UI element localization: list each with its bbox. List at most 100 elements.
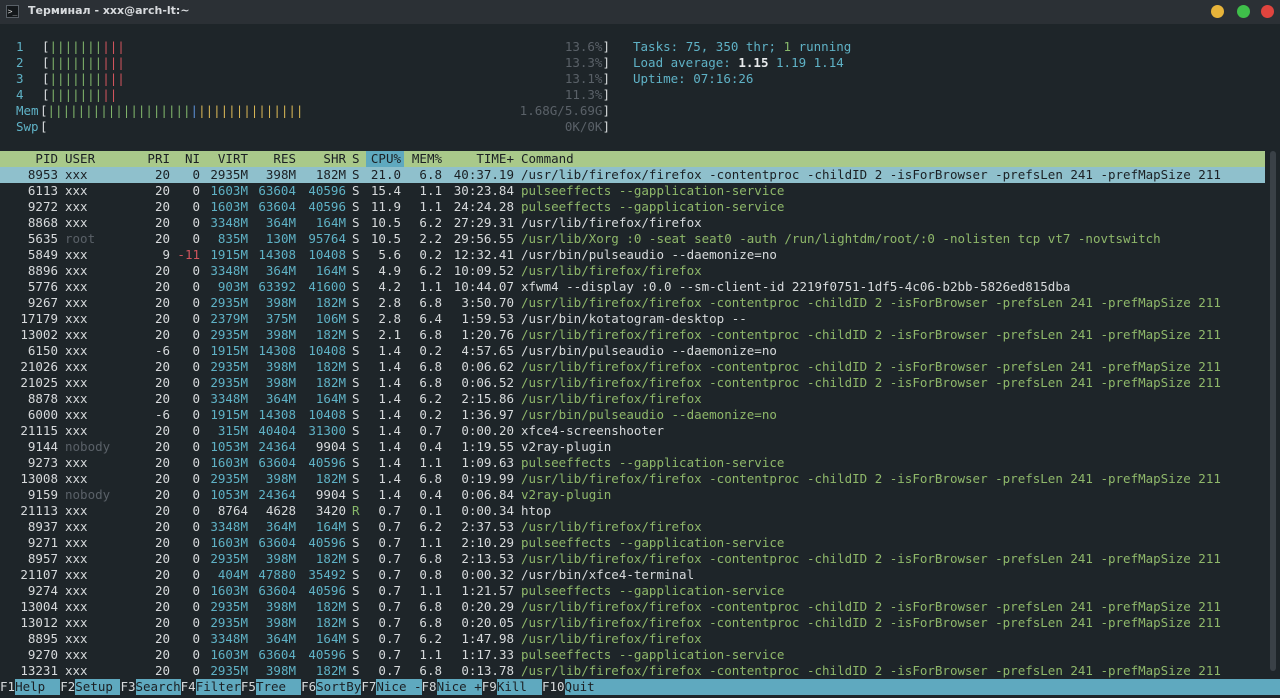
cell-mem: 0.2 xyxy=(419,407,442,422)
table-row[interactable]: 9271 xxx 20 0 1603M 63604 40596 S 0.7 1.1 2:10.29 p… xyxy=(0,535,1265,551)
column-header-pri[interactable]: PRI xyxy=(134,151,170,166)
terminal-area[interactable]: 1 [|||||||||| 13.6%] 2 [|||||||||| 13.3%] 3 [||… xyxy=(0,24,1280,698)
cell-user: xxx xyxy=(65,503,88,518)
table-row[interactable]: 21115 xxx 20 0 315M 40404 31300 S 1.4 0.7 0:00.20 x… xyxy=(0,423,1265,439)
table-row[interactable]: 9270 xxx 20 0 1603M 63604 40596 S 0.7 1.1 1:17.33 p… xyxy=(0,647,1265,663)
column-header-time[interactable]: TIME+ xyxy=(442,151,514,166)
fkey-label-f7[interactable]: Nice - xyxy=(376,679,422,695)
column-header-res[interactable]: RES xyxy=(248,151,296,166)
table-row[interactable]: 5776 xxx 20 0 903M 63392 41600 S 4.2 1.1 10:44.07 x… xyxy=(0,279,1265,295)
cell-pri: 20 xyxy=(154,279,170,294)
table-row[interactable]: 21026 xxx 20 0 2935M 398M 182M S 1.4 6.8 0:06.62/u… xyxy=(0,359,1265,375)
table-row[interactable]: 9144 nobody 20 0 1053M 24364 9904 S 1.4 0.4 1:19.5… xyxy=(0,439,1265,455)
table-row[interactable]: 13231 xxx 20 0 2935M 398M 182M S 0.7 6.8 0:13.78/u… xyxy=(0,663,1265,679)
column-header-cpu[interactable]: CPU% xyxy=(363,151,401,166)
column-header-shr[interactable]: SHR xyxy=(296,151,346,166)
fkey-label-f3[interactable]: Search xyxy=(135,679,181,695)
fkey-label-f9[interactable]: Kill xyxy=(496,679,542,695)
scrollbar-thumb[interactable] xyxy=(1270,151,1276,671)
table-row[interactable]: 6000 xxx -6 0 1915M 14308 10408 S 1.4 0.2 1:36.97 /… xyxy=(0,407,1265,423)
fkey-label-f5[interactable]: Tree xyxy=(255,679,302,695)
table-row[interactable]: 21107 xxx 20 0 404M 47880 35492 S 0.7 0.8 0:00.32 /… xyxy=(0,567,1265,583)
column-header-virt[interactable]: VIRT xyxy=(200,151,248,166)
fkey-label-f4[interactable]: Filter xyxy=(195,679,241,695)
table-row[interactable]: 8896 xxx 20 0 3348M 364M 164M S 4.9 6.2 10:09.52/u… xyxy=(0,263,1265,279)
cell-time: 0:20.29 xyxy=(461,599,514,614)
table-row[interactable]: 13008 xxx 20 0 2935M 398M 182M S 1.4 6.8 0:19.99/u… xyxy=(0,471,1265,487)
cell-pri: -6 xyxy=(154,407,170,422)
column-header-s[interactable]: S xyxy=(352,151,360,166)
table-row[interactable]: 9273 xxx 20 0 1603M 63604 40596 S 1.4 1.1 1:09.63 p… xyxy=(0,455,1265,471)
cell-pid: 13008 xyxy=(20,471,58,486)
column-header-command[interactable]: Command xyxy=(521,151,574,166)
fkey-f8[interactable]: F8 xyxy=(422,679,437,695)
cell-command: /usr/lib/firefox/firefox -contentproc -c… xyxy=(521,551,1221,566)
table-row[interactable]: 8953 xxx 20 0 2935M 398M 182M S 21.0 6.8 40:37.19 /… xyxy=(0,167,1265,183)
table-row[interactable]: 8957 xxx 20 0 2935M 398M 182M S 0.7 6.8 2:13.53/us… xyxy=(0,551,1265,567)
table-row[interactable]: 9267 xxx 20 0 2935M 398M 182M S 2.8 6.8 3:50.70/us… xyxy=(0,295,1265,311)
cell-s: S xyxy=(352,391,360,406)
table-row[interactable]: 13002 xxx 20 0 2935M 398M 182M S 2.1 6.8 1:20.76/u… xyxy=(0,327,1265,343)
fkey-f5[interactable]: F5 xyxy=(241,679,256,695)
table-row[interactable]: 6150 xxx -6 0 1915M 14308 10408 S 1.4 0.2 4:57.65 /… xyxy=(0,343,1265,359)
scrollbar[interactable] xyxy=(1268,151,1278,678)
fkey-label-f6[interactable]: SortBy xyxy=(316,679,362,695)
table-row[interactable]: 8937 xxx 20 0 3348M 364M 164M S 0.7 6.2 2:37.53/us… xyxy=(0,519,1265,535)
table-row[interactable]: 21113 xxx 20 0 8764 4628 3420 R 0.7 0.1 0:00.34 hto… xyxy=(0,503,1265,519)
cell-user: nobody xyxy=(65,439,111,454)
cell-time: 10:09.52 xyxy=(453,263,514,278)
fkey-f3[interactable]: F3 xyxy=(120,679,135,695)
fkey-f1[interactable]: F1 xyxy=(0,679,15,695)
table-row[interactable]: 17179 xxx 20 0 2379M 375M 106M S 2.8 6.4 1:59.53/u… xyxy=(0,311,1265,327)
cell-res: 63604 xyxy=(258,647,296,662)
cell-mem: 6.2 xyxy=(419,215,442,230)
fkey-f6[interactable]: F6 xyxy=(301,679,316,695)
meter-bar: ||| xyxy=(102,39,125,54)
table-row[interactable]: 13012 xxx 20 0 2935M 398M 182M S 0.7 6.8 0:20.05/u… xyxy=(0,615,1265,631)
fkey-label-f2[interactable]: Setup xyxy=(75,679,121,695)
table-row[interactable]: 9272 xxx 20 0 1603M 63604 40596 S 11.9 1.1 24:24.2… xyxy=(0,199,1265,215)
minimize-button[interactable] xyxy=(1211,5,1224,18)
cell-ni: 0 xyxy=(192,343,200,358)
table-row[interactable]: 8878 xxx 20 0 3348M 364M 164M S 1.4 6.2 2:15.86/us… xyxy=(0,391,1265,407)
cell-pri: 20 xyxy=(154,567,170,582)
table-row[interactable]: 5635 root 20 0 835M 130M 95764 S 10.5 2.2 29:56.55… xyxy=(0,231,1265,247)
meter-label: Swp xyxy=(16,119,39,134)
column-header-pid[interactable]: PID xyxy=(0,151,58,166)
cell-cpu: 0.7 xyxy=(378,519,401,534)
meter-value: 11.3%] xyxy=(564,87,610,102)
cell-pid: 9272 xyxy=(27,199,58,214)
cell-virt: 2935M xyxy=(210,551,248,566)
maximize-button[interactable] xyxy=(1237,5,1250,18)
fkey-label-f1[interactable]: Help xyxy=(15,679,61,695)
cell-time: 0:00.32 xyxy=(461,567,514,582)
table-row[interactable]: 8895 xxx 20 0 3348M 364M 164M S 0.7 6.2 1:47.98/us… xyxy=(0,631,1265,647)
column-header-ni[interactable]: NI xyxy=(172,151,200,166)
process-table-header[interactable]: PID USER PRI NI VIRT RES SHR S CPU% MEM% TIME+ Comm… xyxy=(0,151,1265,167)
fkey-f9[interactable]: F9 xyxy=(482,679,497,695)
fkey-f7[interactable]: F7 xyxy=(361,679,376,695)
fkey-f2[interactable]: F2 xyxy=(60,679,75,695)
cell-cpu: 2.8 xyxy=(378,311,401,326)
fkey-label-f10[interactable]: Quit xyxy=(564,679,595,695)
fkey-label-f8[interactable]: Nice + xyxy=(436,679,482,695)
title-bar[interactable]: >_ Терминал - xxx@arch-lt:~ xyxy=(0,0,1280,25)
column-header-user[interactable]: USER xyxy=(65,151,95,166)
table-row[interactable]: 9159 nobody 20 0 1053M 24364 9904 S 1.4 0.4 0:06.8… xyxy=(0,487,1265,503)
fkey-f4[interactable]: F4 xyxy=(181,679,196,695)
table-row[interactable]: 13004 xxx 20 0 2935M 398M 182M S 0.7 6.8 0:20.29/u… xyxy=(0,599,1265,615)
fkey-f10[interactable]: F10 xyxy=(542,679,565,695)
cell-virt: 2935M xyxy=(210,359,248,374)
column-header-mem[interactable]: MEM% xyxy=(404,151,442,166)
table-row[interactable]: 9274 xxx 20 0 1603M 63604 40596 S 0.7 1.1 1:21.57 p… xyxy=(0,583,1265,599)
cell-s: S xyxy=(352,407,360,422)
table-row[interactable]: 6113 xxx 20 0 1603M 63604 40596 S 15.4 1.1 30:23.8… xyxy=(0,183,1265,199)
cell-shr: 164M xyxy=(315,631,346,646)
cell-virt: 1053M xyxy=(210,439,248,454)
table-row[interactable]: 21025 xxx 20 0 2935M 398M 182M S 1.4 6.8 0:06.52/u… xyxy=(0,375,1265,391)
table-row[interactable]: 8868 xxx 20 0 3348M 364M 164M S 10.5 6.2 27:29.31 /… xyxy=(0,215,1265,231)
close-button[interactable] xyxy=(1261,5,1274,18)
table-row[interactable]: 5849 xxx 9 -11 1915M 14308 10408 S 5.6 0.2 12:32.4… xyxy=(0,247,1265,263)
cell-time: 40:37.19 xyxy=(453,167,514,182)
cell-time: 0:06.62 xyxy=(461,359,514,374)
